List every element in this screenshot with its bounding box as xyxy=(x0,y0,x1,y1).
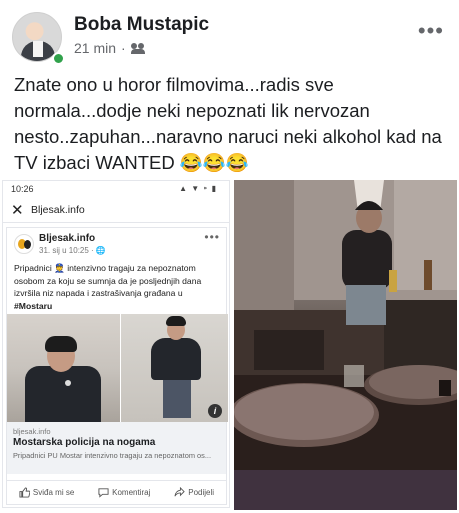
comment-icon xyxy=(98,488,109,498)
hashtag-link[interactable]: #Mostaru xyxy=(14,301,52,311)
like-label: Sviđa mi se xyxy=(32,488,75,497)
card-text: Pripadnici 👮 intenzivno tragaju za nepoz… xyxy=(14,262,222,312)
card-more-button[interactable]: ••• xyxy=(204,230,220,244)
friends-icon[interactable] xyxy=(130,43,145,54)
embedded-topbar: ✕ Bljesak.info xyxy=(3,199,229,223)
thumbs-up-icon xyxy=(19,487,30,498)
page-logo-icon[interactable] xyxy=(14,234,34,254)
embedded-title: Bljesak.info xyxy=(31,204,85,216)
comment-label: Komentiraj xyxy=(112,488,151,497)
post-text: Znate ono u horor filmovima...radis sve … xyxy=(14,74,442,173)
page-name[interactable]: Bljesak.info xyxy=(39,233,95,244)
online-status-icon xyxy=(52,52,65,65)
link-description: Pripadnici PU Mostar intenzivno tragaju … xyxy=(13,451,212,460)
share-label: Podijeli xyxy=(188,488,215,497)
status-time: 10:26 xyxy=(11,184,34,194)
shared-post-card: Bljesak.info 31. sij u 10:25 · 🌐 ••• Pri… xyxy=(6,227,228,505)
close-icon[interactable]: ✕ xyxy=(11,201,24,219)
link-domain: bljesak.info xyxy=(13,427,51,436)
like-button[interactable]: Sviđa mi se xyxy=(19,487,74,498)
share-icon xyxy=(174,487,185,497)
comment-button[interactable]: Komentiraj xyxy=(98,487,150,498)
post-time[interactable]: 21 min xyxy=(74,40,116,56)
info-icon[interactable]: i xyxy=(208,404,222,418)
status-icons: ▲ ▼ ⁍ ▮ xyxy=(179,184,217,193)
share-button[interactable]: Podijeli xyxy=(174,487,214,498)
more-options-button[interactable]: ••• xyxy=(418,18,444,44)
meta-separator: · xyxy=(121,40,126,56)
card-text-body: Pripadnici 👮 intenzivno tragaju za nepoz… xyxy=(14,263,202,298)
bar-photo[interactable] xyxy=(234,180,457,510)
post-meta: 21 min · xyxy=(74,40,145,56)
card-actions: Sviđa mi se Komentiraj Podijeli xyxy=(7,480,226,504)
link-preview[interactable]: bljesak.info Mostarska policija na nogam… xyxy=(7,422,226,474)
link-title[interactable]: Mostarska policija na nogama xyxy=(13,437,155,448)
embedded-screenshot[interactable]: 10:26 ▲ ▼ ⁍ ▮ ✕ Bljesak.info Bljesak.inf… xyxy=(2,180,230,508)
post-header: Boba Mustapic 21 min · ••• xyxy=(10,10,450,70)
suspect-photo-closeup[interactable] xyxy=(7,314,120,422)
suspect-photo-fullbody[interactable]: i xyxy=(121,314,228,422)
post-author[interactable]: Boba Mustapic xyxy=(74,14,209,36)
page-meta: 31. sij u 10:25 · 🌐 xyxy=(39,246,106,255)
bar-scene-illustration xyxy=(234,180,457,510)
